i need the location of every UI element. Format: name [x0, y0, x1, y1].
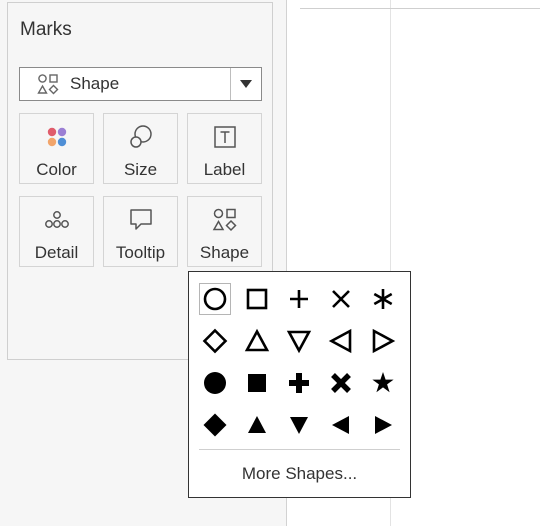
shape-option-circle-filled[interactable] — [199, 367, 231, 399]
tooltip-button[interactable]: Tooltip — [103, 196, 178, 267]
triangle-up-outline-icon — [244, 328, 270, 354]
shapes-icon — [37, 73, 59, 95]
size-button[interactable]: Size — [103, 113, 178, 184]
label-label: Label — [203, 160, 246, 179]
shape-option-square-filled[interactable] — [241, 367, 273, 399]
cross-icon — [328, 286, 354, 312]
view-gridline — [300, 8, 540, 9]
square-outline-icon — [244, 286, 270, 312]
shape-option-diamond-outline[interactable] — [199, 325, 231, 357]
size-label: Size — [123, 160, 158, 179]
mark-type-dropdown[interactable]: Shape — [19, 67, 262, 101]
shape-label: Shape — [199, 243, 250, 262]
color-label: Color — [36, 160, 77, 179]
triangle-right-outline-icon — [370, 328, 396, 354]
mark-type-label: Shape — [70, 74, 120, 93]
square-filled-icon — [244, 370, 270, 396]
triangle-up-filled-icon — [244, 412, 270, 438]
shape-option-diamond-filled[interactable] — [199, 409, 231, 441]
popup-divider — [199, 449, 400, 450]
chevron-down-icon[interactable] — [231, 68, 261, 100]
shape-option-plus[interactable] — [283, 283, 315, 315]
shape-option-triangle-right-outline[interactable] — [367, 325, 399, 357]
shape-option-triangle-left-filled[interactable] — [325, 409, 357, 441]
shape-palette-popup: More Shapes... — [188, 271, 411, 498]
triangle-left-outline-icon — [328, 328, 354, 354]
label-icon — [188, 124, 261, 150]
circle-outline-icon — [202, 286, 228, 312]
shape-icon — [188, 207, 261, 233]
shape-option-cross[interactable] — [325, 283, 357, 315]
shape-option-triangle-down-filled[interactable] — [283, 409, 315, 441]
shape-option-triangle-right-filled[interactable] — [367, 409, 399, 441]
shape-option-triangle-up-filled[interactable] — [241, 409, 273, 441]
more-shapes-link[interactable]: More Shapes... — [189, 464, 410, 484]
diamond-filled-icon — [202, 412, 228, 438]
shape-option-star-filled[interactable] — [367, 367, 399, 399]
shape-option-circle-outline[interactable] — [199, 283, 231, 315]
diamond-outline-icon — [202, 328, 228, 354]
color-button[interactable]: Color — [19, 113, 94, 184]
tooltip-icon — [104, 207, 177, 233]
marks-title: Marks — [20, 19, 72, 40]
shape-option-triangle-down-outline[interactable] — [283, 325, 315, 357]
shape-option-plus-filled[interactable] — [283, 367, 315, 399]
detail-button[interactable]: Detail — [19, 196, 94, 267]
star-filled-icon — [370, 370, 396, 396]
shape-option-asterisk[interactable] — [367, 283, 399, 315]
triangle-down-outline-icon — [286, 328, 312, 354]
plus-icon — [286, 286, 312, 312]
color-icon — [20, 124, 93, 150]
shape-button[interactable]: Shape — [187, 196, 262, 267]
triangle-down-filled-icon — [286, 412, 312, 438]
tooltip-label: Tooltip — [115, 243, 166, 262]
shape-option-square-outline[interactable] — [241, 283, 273, 315]
circle-filled-icon — [202, 370, 228, 396]
shape-option-triangle-left-outline[interactable] — [325, 325, 357, 357]
cross-filled-icon — [328, 370, 354, 396]
detail-label: Detail — [34, 243, 79, 262]
label-button[interactable]: Label — [187, 113, 262, 184]
asterisk-icon — [370, 286, 396, 312]
detail-icon — [20, 207, 93, 233]
plus-filled-icon — [286, 370, 312, 396]
triangle-left-filled-icon — [328, 412, 354, 438]
triangle-right-filled-icon — [370, 412, 396, 438]
size-icon — [104, 124, 177, 150]
shape-option-cross-filled[interactable] — [325, 367, 357, 399]
shape-option-triangle-up-outline[interactable] — [241, 325, 273, 357]
